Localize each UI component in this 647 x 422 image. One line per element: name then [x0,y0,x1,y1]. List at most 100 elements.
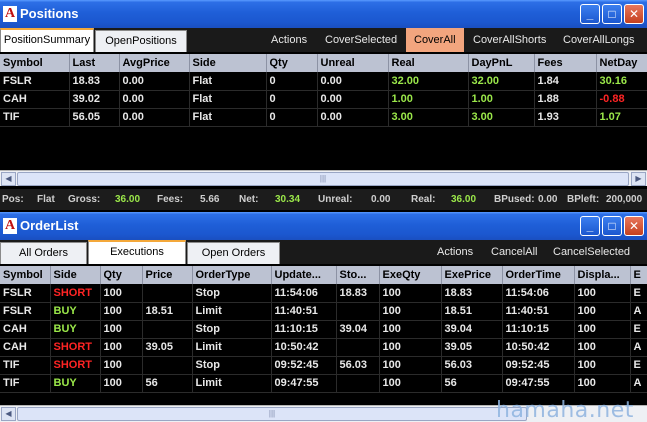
table-cell: 09:52:45 [271,356,337,375]
tab-open-positions[interactable]: OpenPositions [95,30,187,52]
scroll-left-icon[interactable]: ◀ [1,172,16,186]
positions-col-header[interactable]: Side [189,54,267,72]
table-cell: 11:54:06 [271,284,337,303]
table-cell: 1.00 [468,90,535,109]
table-cell: Limit [192,374,272,393]
tab-open-orders[interactable]: Open Orders [187,242,280,264]
table-row[interactable]: TIF BUY 100 56 Limit 09:47:55 100 56 09:47:55 100… [0,374,647,393]
table-cell: BUY [50,374,101,393]
table-cell: 11:40:51 [271,302,337,321]
orders-col-header[interactable]: Side [50,266,101,284]
table-cell: 1.84 [534,72,597,91]
cover-all-shorts-button[interactable]: CoverAllShorts [473,28,546,52]
table-cell: 0 [266,90,318,109]
table-cell: 11:10:15 [271,320,337,339]
table-cell: 0.00 [317,108,389,127]
orders-col-header[interactable]: Symbol [0,266,51,284]
tab-executions[interactable]: Executions [88,240,186,264]
table-cell: TIF [0,374,51,393]
table-row[interactable]: TIF SHORT 100 Stop 09:52:45 56.03 100 56.03 09:5… [0,356,647,375]
orders-col-header[interactable]: ExePrice [441,266,503,284]
tab-all-orders[interactable]: All Orders [0,242,87,264]
table-cell: SHORT [50,284,101,303]
table-cell: 18.51 [441,302,503,321]
positions-col-header[interactable]: Last [69,54,120,72]
orders-col-header[interactable]: E [630,266,647,284]
orders-col-header[interactable]: Qty [100,266,143,284]
orderlist-titlebar[interactable]: A OrderList _ □ ✕ [0,212,647,240]
orders-col-header[interactable]: Price [142,266,193,284]
net-value: 30.34 [275,194,301,205]
positions-titlebar[interactable]: A Positions _ □ ✕ [0,0,647,28]
table-cell: 39.05 [142,338,193,357]
table-cell: 18.51 [142,302,193,321]
positions-col-header[interactable]: Fees [534,54,597,72]
orders-col-header[interactable]: OrderTime [502,266,575,284]
table-cell: 11:10:15 [502,320,575,339]
table-row[interactable]: CAH 39.02 0.00 Flat 0 0.00 1.00 1.00 1.88 -0.88 [0,90,647,109]
cancel-all-button[interactable]: CancelAll [491,240,537,264]
orders-col-header[interactable]: Update... [271,266,337,284]
table-cell: Flat [189,72,267,91]
app-icon: A [3,218,17,234]
table-cell: 56.03 [336,356,380,375]
table-cell: Flat [189,108,267,127]
table-cell: 09:47:55 [502,374,575,393]
minimize-icon[interactable]: _ [580,216,600,236]
cancel-selected-button[interactable]: CancelSelected [553,240,630,264]
table-cell: 1.00 [388,90,469,109]
scroll-left-icon[interactable]: ◀ [1,407,16,421]
table-cell: 0.00 [317,90,389,109]
bpleft-value: 200,000 [606,194,643,205]
cover-selected-button[interactable]: CoverSelected [325,28,397,52]
table-cell: E [630,356,647,375]
table-cell: 100 [100,338,143,357]
table-cell: CAH [0,320,51,339]
table-row[interactable]: FSLR SHORT 100 Stop 11:54:06 18.83 100 18.83 11:… [0,284,647,303]
orders-col-header[interactable]: Displa... [574,266,631,284]
cover-all-longs-button[interactable]: CoverAllLongs [563,28,635,52]
table-cell: 39.04 [336,320,380,339]
table-cell: 18.83 [69,72,120,91]
orders-col-header[interactable]: OrderType [192,266,272,284]
scroll-thumb[interactable]: ||| [17,407,527,421]
window-title: OrderList [20,218,79,233]
table-row[interactable]: FSLR 18.83 0.00 Flat 0 0.00 32.00 32.00 1.84 30.1… [0,72,647,91]
gross-value: 36.00 [115,194,141,205]
table-row[interactable]: TIF 56.05 0.00 Flat 0 0.00 3.00 3.00 1.93 1.07 [0,108,647,127]
positions-hscrollbar[interactable]: ◀ ||| ▶ [0,170,647,186]
table-cell: BUY [50,320,101,339]
positions-col-header[interactable]: Real [388,54,469,72]
maximize-icon[interactable]: □ [602,4,622,24]
positions-col-header[interactable]: Unreal [317,54,389,72]
table-cell: 0.00 [119,90,190,109]
table-row[interactable]: CAH SHORT 100 39.05 Limit 10:50:42 100 39.05 10:… [0,338,647,357]
table-cell [142,284,193,303]
positions-col-header[interactable]: NetDay [596,54,647,72]
positions-table: Symbol Last AvgPrice Side Qty Unreal Real DayPn… [0,54,647,127]
bpused-value: 0.00 [538,194,558,205]
actions-menu[interactable]: Actions [437,240,473,264]
positions-col-header[interactable]: AvgPrice [119,54,190,72]
maximize-icon[interactable]: □ [602,216,622,236]
close-icon[interactable]: ✕ [624,216,644,236]
pos-label: Pos: [2,194,24,205]
orders-col-header[interactable]: Sto... [336,266,380,284]
table-cell: 100 [379,356,442,375]
tab-position-summary[interactable]: PositionSummary [0,28,94,52]
cover-all-button[interactable]: CoverAll [406,28,464,52]
close-icon[interactable]: ✕ [624,4,644,24]
orders-col-header[interactable]: ExeQty [379,266,442,284]
positions-col-header[interactable]: DayPnL [468,54,535,72]
table-cell: 56.03 [441,356,503,375]
positions-col-header[interactable]: Symbol [0,54,70,72]
scroll-thumb[interactable]: ||| [17,172,629,186]
table-cell: 09:52:45 [502,356,575,375]
positions-col-header[interactable]: Qty [266,54,318,72]
table-cell: 30.16 [596,72,647,91]
minimize-icon[interactable]: _ [580,4,600,24]
scroll-right-icon[interactable]: ▶ [631,172,646,186]
actions-menu[interactable]: Actions [271,28,307,52]
table-row[interactable]: CAH BUY 100 Stop 11:10:15 39.04 100 39.04 11:10:… [0,320,647,339]
table-row[interactable]: FSLR BUY 100 18.51 Limit 11:40:51 100 18.51 11:4… [0,302,647,321]
